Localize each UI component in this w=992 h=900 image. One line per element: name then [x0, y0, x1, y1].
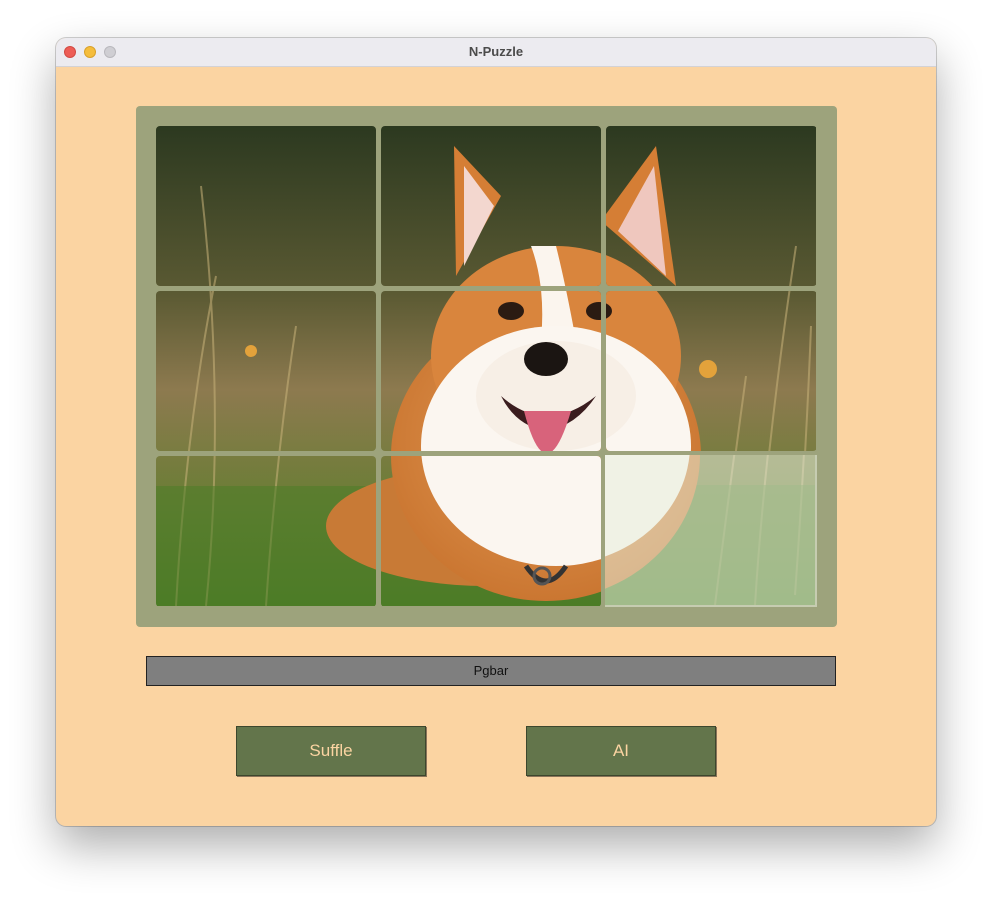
puzzle-board [136, 106, 837, 627]
puzzle-tile-7[interactable] [156, 456, 376, 607]
puzzle-tile-6[interactable] [606, 291, 817, 451]
ai-solve-button[interactable]: AI [526, 726, 716, 776]
title-bar: N-Puzzle [56, 38, 936, 67]
puzzle-empty-tile [605, 455, 817, 607]
puzzle-tile-2[interactable] [381, 126, 601, 286]
puzzle-tile-4[interactable] [156, 291, 376, 451]
puzzle-tile-5[interactable] [381, 291, 601, 451]
puzzle-tile-3[interactable] [606, 126, 817, 286]
puzzle-window: N-Puzzle Pgbar Suffle AI [56, 38, 936, 826]
progress-bar: Pgbar [146, 656, 836, 686]
puzzle-tile-1[interactable] [156, 126, 376, 286]
puzzle-tile-8[interactable] [381, 456, 601, 607]
window-title: N-Puzzle [468, 44, 524, 59]
shuffle-button[interactable]: Suffle [236, 726, 426, 776]
